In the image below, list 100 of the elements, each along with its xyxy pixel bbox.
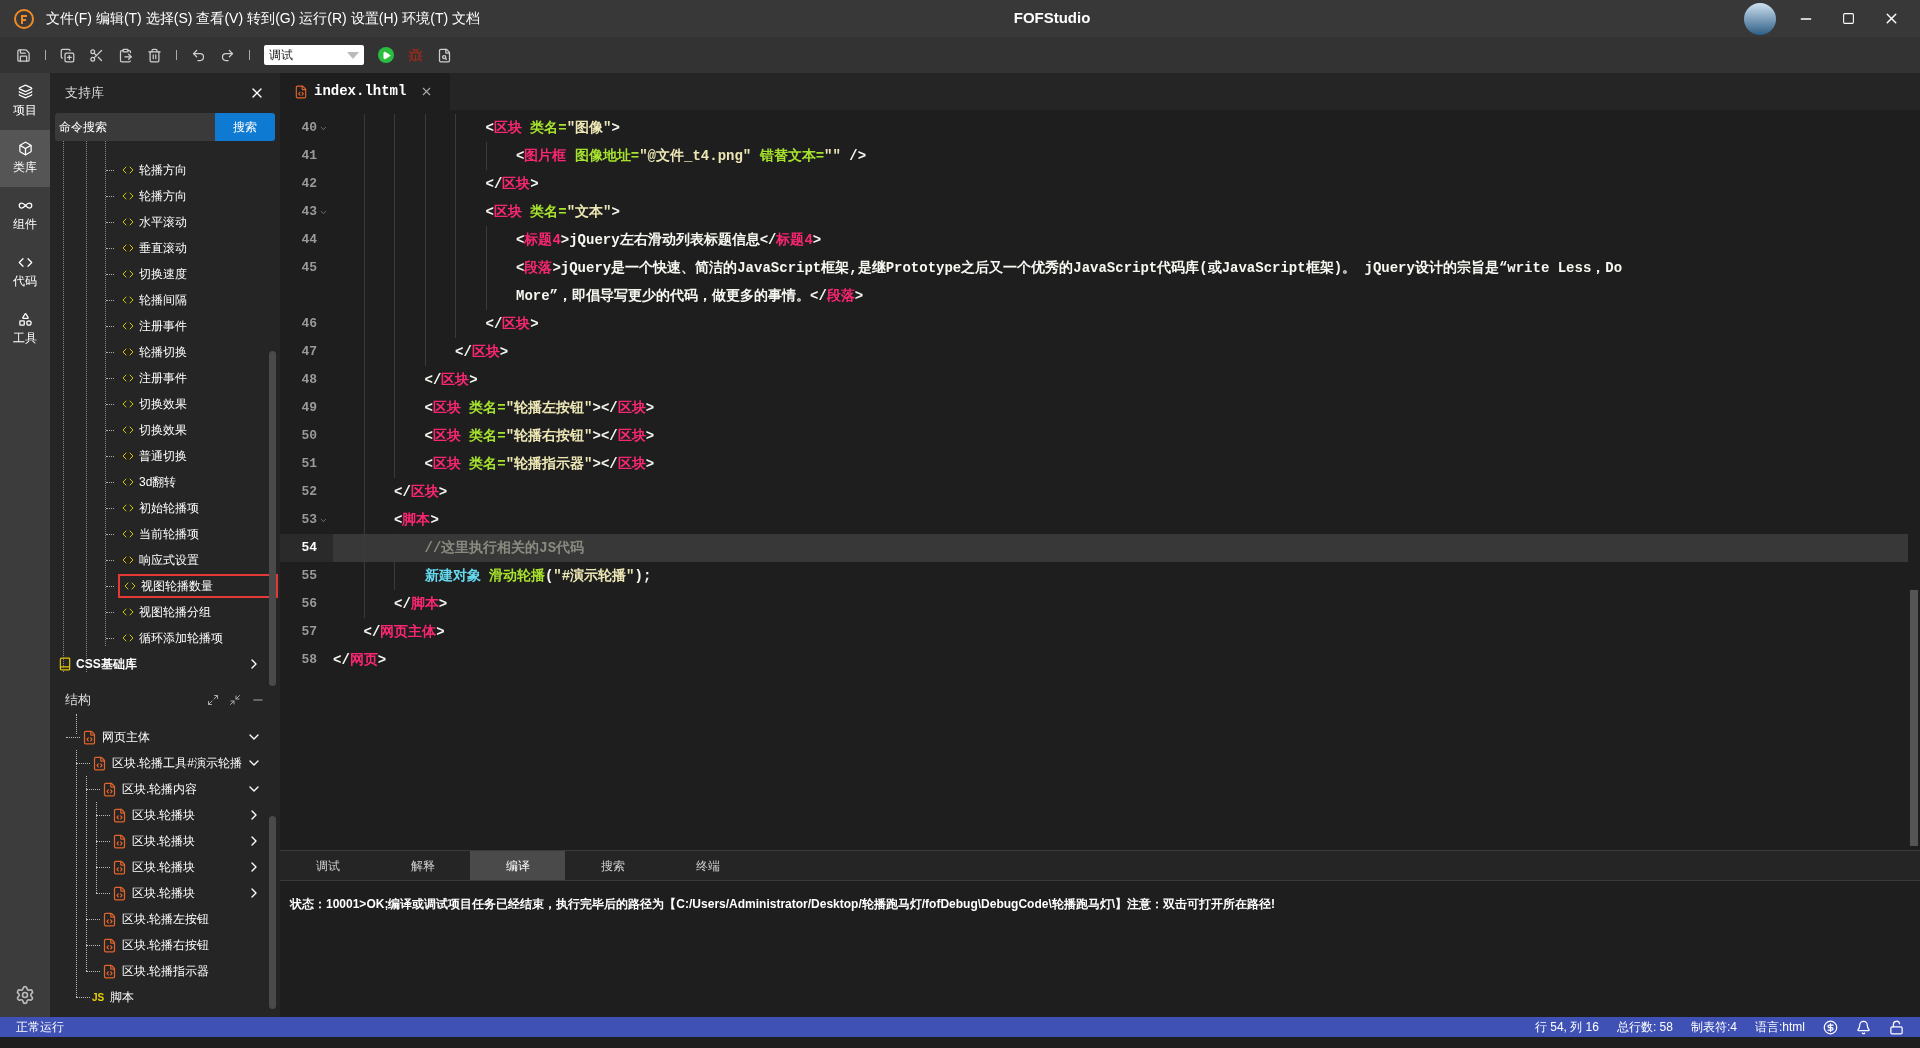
library-item[interactable]: 视图轮播分组 <box>118 600 280 624</box>
tree-item[interactable]: 区块.轮播块 <box>132 858 246 876</box>
library-item[interactable]: 垂直滚动 <box>118 236 280 260</box>
code-text: //这里执行相关的JS代码 <box>424 538 585 558</box>
collapse-icon[interactable] <box>229 694 241 706</box>
line-number: 51 <box>301 455 317 474</box>
tree-item[interactable]: 区块.轮播左按钮 <box>122 910 262 928</box>
library-item[interactable]: 循环添加轮播项 <box>118 626 280 650</box>
settings-icon[interactable] <box>15 985 35 1005</box>
search-field[interactable]: 命令搜索 <box>55 113 215 141</box>
library-group[interactable]: CSS基础库 <box>76 655 246 673</box>
library-item[interactable]: 轮播方向 <box>118 184 280 208</box>
html-file-icon <box>294 84 308 99</box>
scrollbar-thumb[interactable] <box>1910 590 1918 846</box>
redo-icon[interactable] <box>220 47 235 63</box>
panel-tab[interactable]: 终端 <box>660 851 755 880</box>
tools-icon <box>17 312 33 327</box>
code-icon <box>122 632 134 644</box>
js-label: JS <box>92 990 105 1005</box>
delete-icon[interactable] <box>147 47 162 63</box>
panel-tab[interactable]: 编译 <box>470 851 565 880</box>
panel-tab[interactable]: 解释 <box>375 851 470 880</box>
cut-icon[interactable] <box>89 47 104 63</box>
line-number: 40 <box>301 119 317 138</box>
library-item[interactable]: 响应式设置 <box>118 548 280 572</box>
library-item[interactable]: 轮播切换 <box>118 340 280 364</box>
tree-item[interactable]: 区块.轮播右按钮 <box>122 936 262 954</box>
library-item[interactable]: 当前轮播项 <box>118 522 280 546</box>
status-item: 总行数: 58 <box>1616 1019 1673 1036</box>
expand-icon[interactable] <box>207 694 219 706</box>
code-text: <区块 类名="图像"> <box>485 118 620 138</box>
activity-tab[interactable]: 工具 <box>0 301 50 358</box>
tree-item[interactable]: 网页主体 <box>102 728 246 746</box>
code-icon <box>122 398 134 410</box>
code-icon <box>122 268 134 280</box>
activity-tab[interactable]: 类库 <box>0 130 50 187</box>
tree-item[interactable]: 区块.轮播块 <box>132 806 246 824</box>
menu-item[interactable]: 选择(S) <box>145 8 193 29</box>
unlock-icon[interactable] <box>1889 1019 1904 1035</box>
panel-tab[interactable]: 调试 <box>280 851 375 880</box>
code-text: </区块> <box>455 342 509 362</box>
library-item[interactable]: 初始轮播项 <box>118 496 280 520</box>
maximize-icon[interactable] <box>1842 12 1855 25</box>
line-number: 53 <box>301 511 317 530</box>
library-item[interactable]: 切换效果 <box>118 392 280 416</box>
save-icon[interactable] <box>16 47 31 63</box>
code-icon <box>122 528 134 540</box>
menu-item[interactable]: 查看(V) <box>196 8 244 29</box>
search-button[interactable]: 搜索 <box>215 113 275 141</box>
menu-item[interactable]: 编辑(T) <box>95 8 142 29</box>
scrollbar-thumb[interactable] <box>269 816 276 1009</box>
tree-item[interactable]: 脚本 <box>110 988 262 1006</box>
library-item[interactable]: 视图轮播数量 <box>118 574 278 598</box>
menu-item[interactable]: 文档 <box>452 8 481 29</box>
menu-item[interactable]: 设置(H) <box>350 8 399 29</box>
run-icon[interactable] <box>378 47 394 63</box>
activity-tab[interactable]: 项目 <box>0 73 50 130</box>
new-file-icon[interactable] <box>60 47 75 63</box>
line-number: 46 <box>301 315 317 334</box>
activity-tab[interactable]: 代码 <box>0 244 50 301</box>
tree-item[interactable]: 区块.轮播块 <box>132 884 246 902</box>
activity-tab[interactable]: 组件 <box>0 187 50 244</box>
html-file-icon <box>102 911 117 927</box>
menu-item[interactable]: 文件(F) <box>46 8 92 29</box>
code-text: </脚本> <box>394 594 448 614</box>
library-item[interactable]: 切换效果 <box>118 418 280 442</box>
mode-dropdown[interactable]: 调试 <box>264 45 364 65</box>
tree-item[interactable]: 区块.轮播指示器 <box>122 962 262 980</box>
panel-tab[interactable]: 搜索 <box>565 851 660 880</box>
tree-item[interactable]: 区块.轮播内容 <box>122 780 246 798</box>
menu-item[interactable]: 环境(T) <box>402 8 449 29</box>
library-item[interactable]: 轮播方向 <box>118 158 280 182</box>
bell-icon[interactable] <box>1856 1019 1871 1035</box>
undo-icon[interactable] <box>191 47 206 63</box>
library-item[interactable]: 切换速度 <box>118 262 280 286</box>
code-icon <box>122 320 134 332</box>
code-text: <区块 类名="轮播右按钮"></区块> <box>424 426 655 446</box>
library-item[interactable]: 普通切换 <box>118 444 280 468</box>
scrollbar-thumb[interactable] <box>269 351 276 686</box>
dollar-icon[interactable] <box>1823 1019 1838 1035</box>
html-file-icon <box>112 833 127 849</box>
paste-icon[interactable] <box>118 47 133 63</box>
library-item[interactable]: 轮播间隔 <box>118 288 280 312</box>
line-number: 56 <box>301 595 317 614</box>
box-icon <box>17 141 33 156</box>
code-text: <区块 类名="轮播左按钮"></区块> <box>424 398 655 418</box>
library-item[interactable]: 注册事件 <box>118 314 280 338</box>
menu-item[interactable]: 转到(G) <box>247 8 296 29</box>
html-file-icon <box>92 755 107 771</box>
avatar[interactable] <box>1744 2 1776 35</box>
editor-tab[interactable]: index.lhtml <box>280 73 450 110</box>
file-search-icon[interactable] <box>437 47 452 63</box>
code-icon <box>122 372 134 384</box>
tree-item[interactable]: 区块.轮播工具#演示轮播 <box>112 754 246 772</box>
library-item[interactable]: 3d翻转 <box>118 470 280 494</box>
library-item[interactable]: 水平滚动 <box>118 210 280 234</box>
menu-item[interactable]: 运行(R) <box>299 8 347 29</box>
html-file-icon <box>102 937 117 953</box>
library-item[interactable]: 注册事件 <box>118 366 280 390</box>
tree-item[interactable]: 区块.轮播块 <box>132 832 246 850</box>
